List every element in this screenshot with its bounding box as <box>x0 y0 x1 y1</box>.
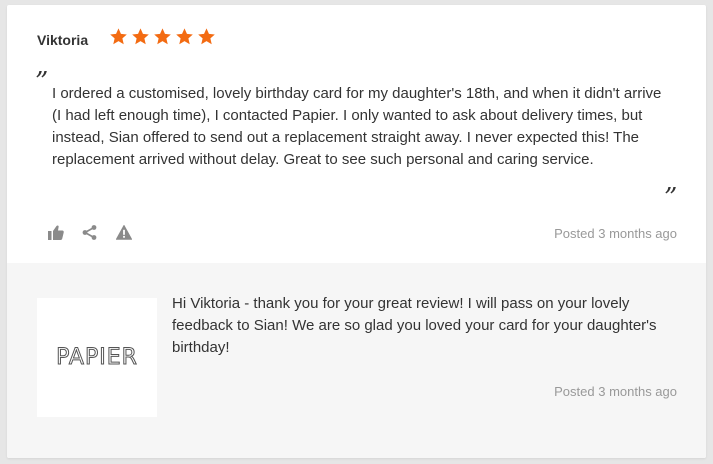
star-rating <box>109 27 216 46</box>
star-icon <box>198 28 215 45</box>
open-quote-mark: ” <box>35 67 49 97</box>
share-icon[interactable] <box>81 224 98 241</box>
star-icon <box>176 28 193 45</box>
star-icon <box>132 28 149 45</box>
logo-text: PAPIER <box>56 345 138 371</box>
thumbs-up-icon[interactable] <box>47 224 64 241</box>
review-card: Viktoria ” I ordered a customised, lovel… <box>7 5 706 458</box>
review-posted-time: Posted 3 months ago <box>554 226 677 241</box>
close-quote-mark: ” <box>664 183 678 213</box>
review-section: Viktoria ” I ordered a customised, lovel… <box>7 5 706 263</box>
company-logo: PAPIER <box>37 298 157 417</box>
review-text: I ordered a customised, lovely birthday … <box>52 85 662 168</box>
response-posted-time: Posted 3 months ago <box>554 384 677 399</box>
response-text: Hi Viktoria - thank you for your great r… <box>172 295 657 356</box>
star-icon <box>154 28 171 45</box>
warning-icon[interactable] <box>115 224 132 241</box>
company-response: PAPIER Hi Viktoria - thank you for your … <box>7 263 706 458</box>
review-actions <box>47 224 132 241</box>
reviewer-name: Viktoria <box>37 32 89 48</box>
star-icon <box>110 28 127 45</box>
